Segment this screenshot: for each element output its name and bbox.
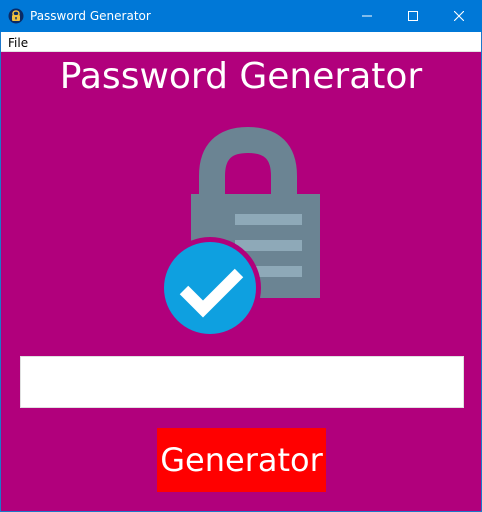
lock-app-icon xyxy=(8,8,24,24)
window-title: Password Generator xyxy=(30,9,151,23)
window-controls xyxy=(344,0,482,32)
page-title: Password Generator xyxy=(59,56,423,97)
generate-button[interactable]: Generator xyxy=(157,428,326,492)
menu-item-file[interactable]: File xyxy=(1,34,35,52)
app-window: Password Generator File Password Generat… xyxy=(0,0,482,512)
menu-bar: File xyxy=(1,32,481,52)
minimize-button[interactable] xyxy=(344,0,390,32)
close-icon xyxy=(454,11,464,21)
minimize-icon xyxy=(362,15,372,17)
lock-check-icon xyxy=(157,126,327,339)
password-output-field[interactable] xyxy=(20,356,464,408)
maximize-icon xyxy=(408,11,418,21)
close-button[interactable] xyxy=(436,0,482,32)
maximize-button[interactable] xyxy=(390,0,436,32)
title-bar[interactable]: Password Generator xyxy=(0,0,482,32)
